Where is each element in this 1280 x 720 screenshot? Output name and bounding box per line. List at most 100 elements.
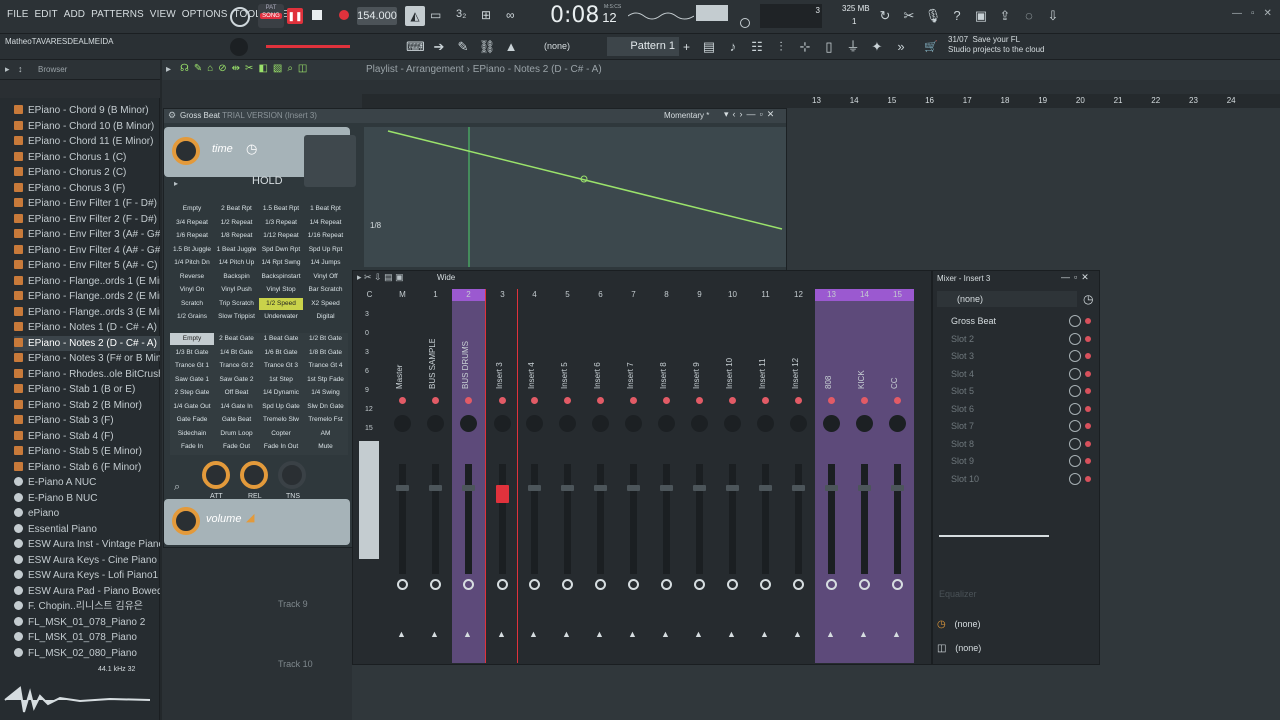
pan-knob[interactable] [625, 415, 642, 432]
slot-enable-led[interactable] [1085, 318, 1091, 324]
effect-slot[interactable]: Slot 4 [941, 366, 1091, 382]
volume-icon[interactable]: ◢ [246, 511, 254, 524]
preset-button[interactable]: 1/3 Bt Gate [170, 347, 214, 359]
routing-icon[interactable]: ⊹ [796, 38, 814, 56]
preset-button[interactable]: 1 Beat Rpt [304, 203, 348, 215]
preset-button[interactable]: Fade Out [215, 441, 259, 453]
fader-cap[interactable] [825, 485, 838, 491]
fader-cap[interactable] [528, 485, 541, 491]
help-icon[interactable]: ? [948, 7, 966, 25]
effect-slot[interactable]: Slot 9 [941, 453, 1091, 469]
mixer-strip[interactable]: 7 Insert 7 ▲ [617, 289, 650, 663]
add-pattern-button[interactable]: + [683, 40, 690, 54]
browser-item[interactable]: EPiano - Stab 5 (E Minor) [14, 444, 160, 459]
preset-button[interactable]: Trance Gt 3 [259, 360, 303, 372]
browser-item[interactable]: EPiano - Chorus 3 (F) [14, 181, 160, 196]
metronome-icon[interactable]: ◭ [405, 6, 425, 26]
effect-slot[interactable]: Slot 3 [941, 348, 1091, 364]
effect-slot[interactable]: Slot 7 [941, 418, 1091, 434]
pan-knob[interactable] [889, 415, 906, 432]
step-edit-icon[interactable]: ⊞ [481, 8, 491, 22]
route-knob[interactable] [760, 579, 771, 590]
output-select-2[interactable]: ◫ (none) [937, 643, 1097, 659]
preset-button[interactable]: Spd Up Rpt [304, 244, 348, 256]
preset-button[interactable]: Vinyl Off [304, 271, 348, 283]
browser-item[interactable]: EPiano - Env Filter 2 (F - D#) [14, 212, 160, 227]
volume-fader[interactable] [828, 464, 835, 574]
slot-enable-led[interactable] [1085, 370, 1091, 377]
slot-mix-knob[interactable] [1069, 367, 1081, 380]
effect-slot[interactable]: Slot 10 [941, 471, 1091, 487]
render-icon[interactable]: ⇪ [996, 7, 1014, 25]
preset-button[interactable]: 1/3 Repeat [259, 217, 303, 229]
mute-led[interactable] [861, 397, 868, 404]
browser-item[interactable]: EPiano - Stab 2 (B Minor) [14, 398, 160, 413]
browser-item[interactable]: F. Chopin..리니스트 김유은 [14, 599, 160, 614]
fader-cap[interactable] [858, 485, 871, 491]
cpu-knob-icon[interactable] [230, 7, 250, 27]
slot-mix-knob[interactable] [1069, 472, 1081, 485]
mixer-menu-icon[interactable]: ▸ ✂ ⇩ ▤ ▣ [357, 272, 404, 283]
browser-item[interactable]: EPiano - Env Filter 4 (A# - G#) [14, 243, 160, 258]
slot-enable-led[interactable] [1085, 353, 1091, 359]
mixer-width-label[interactable]: Wide [437, 273, 455, 282]
mixer-strip[interactable]: 12 Insert 12 ▲ [782, 289, 815, 663]
mute-led[interactable] [531, 397, 538, 404]
send-arrow-icon[interactable]: ▲ [463, 629, 472, 639]
preset-button[interactable]: Vinyl On [170, 284, 214, 296]
volume-fader[interactable] [894, 464, 901, 574]
hold-button[interactable]: HOLD [252, 175, 283, 187]
preset-button[interactable]: Gate Beat [215, 414, 259, 426]
send-arrow-icon[interactable]: ▲ [529, 629, 538, 639]
preset-button[interactable]: Trip Scratch [215, 298, 259, 310]
preset-button[interactable]: Fade In [170, 441, 214, 453]
tools-icon[interactable]: ✂ [900, 7, 918, 25]
preset-button[interactable]: 1/4 Gate Out [170, 401, 214, 413]
browser-arrows-icon[interactable]: ↕ [18, 64, 23, 74]
browser-item[interactable]: EPiano - Rhodes..ole BitCrush (C) [14, 367, 160, 382]
fader-cap[interactable] [462, 485, 475, 491]
route-knob[interactable] [562, 579, 573, 590]
preset-button[interactable]: 1.5 Bt Juggle [170, 244, 214, 256]
preset-button[interactable]: Off Beat [215, 387, 259, 399]
preset-button[interactable]: Saw Gate 2 [215, 374, 259, 386]
preset-button[interactable]: Scratch [170, 298, 214, 310]
preset-button[interactable]: 1/6 Repeat [170, 230, 214, 242]
preset-button[interactable]: Backspinstart [259, 271, 303, 283]
browser-item[interactable]: EPiano - Notes 1 (D - C# - A) [14, 320, 160, 335]
preset-button[interactable]: Gate Fade [170, 414, 214, 426]
preset-button[interactable]: Trance Gt 2 [215, 360, 259, 372]
pan-knob[interactable] [559, 415, 576, 432]
slot-mix-knob[interactable] [1069, 455, 1081, 467]
mute-led[interactable] [630, 397, 637, 404]
mixer-strip[interactable]: 9 Insert 9 ▲ [683, 289, 716, 663]
link-icon[interactable]: ⛓ [478, 38, 496, 56]
download-icon[interactable]: ⇩ [1044, 7, 1062, 25]
countdown-icon[interactable]: 3₂ [456, 8, 466, 20]
mute-led[interactable] [795, 397, 802, 404]
master-pitch-knob[interactable] [740, 18, 750, 28]
volume-fader[interactable] [564, 464, 571, 574]
route-knob[interactable] [694, 579, 705, 590]
browser-item[interactable]: EPiano - Flange..ords 3 (E Minor) [14, 305, 160, 320]
preset-button[interactable]: Empty [170, 203, 214, 215]
send-arrow-icon[interactable]: ▲ [397, 629, 406, 639]
envelope-thumb[interactable] [304, 135, 356, 187]
preset-button[interactable]: AM [304, 428, 348, 440]
pan-knob[interactable] [691, 415, 708, 432]
mixer-strip[interactable]: 13 808 ▲ [815, 289, 848, 663]
preset-button[interactable]: 1.5 Beat Rpt [259, 203, 303, 215]
mute-led[interactable] [597, 397, 604, 404]
slot-enable-led[interactable] [1085, 388, 1091, 394]
news-notice[interactable]: 31/07 Save your FL Studio projects to th… [948, 35, 1045, 55]
mixer-strip[interactable]: 14 KICK ▲ [848, 289, 881, 663]
fader-cap[interactable] [891, 485, 904, 491]
preset-button[interactable]: 2 Step Gate [170, 387, 214, 399]
snap-none[interactable]: (none) [544, 41, 570, 51]
pan-knob[interactable] [394, 415, 411, 432]
pan-knob[interactable] [658, 415, 675, 432]
preset-button[interactable]: Bar Scratch [304, 284, 348, 296]
fader-cap[interactable] [726, 485, 739, 491]
preset-button[interactable]: Reverse [170, 271, 214, 283]
preset-button[interactable]: Spd Up Gate [259, 401, 303, 413]
